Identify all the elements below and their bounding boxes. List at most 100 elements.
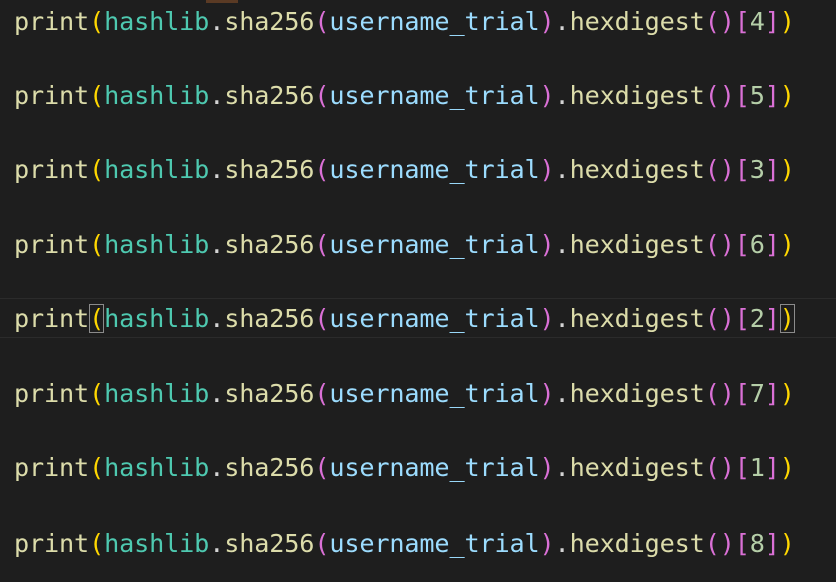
code-line[interactable]: print(hashlib.sha256(username_trial).hex… xyxy=(14,150,795,190)
dot: . xyxy=(554,453,570,482)
close-bracket: ] xyxy=(764,379,780,408)
call-parens: () xyxy=(704,7,735,36)
index-token: 3 xyxy=(749,155,765,184)
close-paren: ) xyxy=(539,304,555,333)
module-token: hashlib xyxy=(104,453,210,482)
close-paren: ) xyxy=(779,155,795,184)
code-editor[interactable]: print(hashlib.sha256(username_trial).hex… xyxy=(0,0,836,582)
code-line-current[interactable]: print(hashlib.sha256(username_trial).hex… xyxy=(0,298,836,338)
open-bracket: [ xyxy=(734,155,750,184)
call-parens: () xyxy=(704,453,735,482)
close-bracket: ] xyxy=(764,230,780,259)
module-token: hashlib xyxy=(104,529,210,558)
argument-token: username_trial xyxy=(329,453,540,482)
open-paren: ( xyxy=(89,7,105,36)
open-paren: ( xyxy=(314,230,330,259)
close-paren: ) xyxy=(779,453,795,482)
close-paren-match: ) xyxy=(779,304,795,333)
index-token: 7 xyxy=(749,379,765,408)
close-bracket: ] xyxy=(764,81,780,110)
index-token: 1 xyxy=(749,453,765,482)
open-paren: ( xyxy=(89,81,105,110)
dot: . xyxy=(554,155,570,184)
close-paren: ) xyxy=(539,230,555,259)
open-paren: ( xyxy=(314,453,330,482)
dot: . xyxy=(209,379,225,408)
method-token: sha256 xyxy=(224,453,315,482)
method-token: sha256 xyxy=(224,529,315,558)
open-bracket: [ xyxy=(734,453,750,482)
call-parens: () xyxy=(704,230,735,259)
argument-token: username_trial xyxy=(329,529,540,558)
close-paren: ) xyxy=(539,379,555,408)
close-bracket: ] xyxy=(764,453,780,482)
open-bracket: [ xyxy=(734,7,750,36)
close-paren: ) xyxy=(779,230,795,259)
code-line[interactable]: print(hashlib.sha256(username_trial).hex… xyxy=(14,524,795,564)
open-paren: ( xyxy=(314,7,330,36)
open-paren: ( xyxy=(314,155,330,184)
code-line[interactable]: print(hashlib.sha256(username_trial).hex… xyxy=(14,2,795,42)
dot: . xyxy=(209,230,225,259)
open-bracket: [ xyxy=(734,304,750,333)
call-parens: () xyxy=(704,81,735,110)
open-paren: ( xyxy=(89,230,105,259)
print-token: print xyxy=(14,155,90,184)
close-paren: ) xyxy=(539,529,555,558)
call-token: hexdigest xyxy=(569,529,705,558)
index-token: 4 xyxy=(749,7,765,36)
close-paren: ) xyxy=(539,453,555,482)
call-parens: () xyxy=(704,529,735,558)
method-token: sha256 xyxy=(224,379,315,408)
code-line[interactable]: print(hashlib.sha256(username_trial).hex… xyxy=(14,374,795,414)
index-token: 2 xyxy=(749,304,765,333)
call-token: hexdigest xyxy=(569,304,705,333)
call-token: hexdigest xyxy=(569,453,705,482)
dot: . xyxy=(554,304,570,333)
open-paren: ( xyxy=(89,155,105,184)
dot: . xyxy=(209,155,225,184)
close-paren: ) xyxy=(539,155,555,184)
open-paren: ( xyxy=(314,379,330,408)
call-parens: () xyxy=(704,304,735,333)
open-paren-match: ( xyxy=(89,304,105,333)
print-token: print xyxy=(14,81,90,110)
open-paren: ( xyxy=(314,304,330,333)
argument-token: username_trial xyxy=(329,7,540,36)
open-paren: ( xyxy=(89,453,105,482)
open-paren: ( xyxy=(89,379,105,408)
dot: . xyxy=(209,529,225,558)
method-token: sha256 xyxy=(224,7,315,36)
print-token: print xyxy=(14,230,90,259)
print-token: print xyxy=(14,453,90,482)
dot: . xyxy=(554,379,570,408)
argument-token: username_trial xyxy=(329,155,540,184)
dot: . xyxy=(209,81,225,110)
argument-token: username_trial xyxy=(329,379,540,408)
close-paren: ) xyxy=(779,7,795,36)
close-paren: ) xyxy=(539,81,555,110)
argument-token: username_trial xyxy=(329,230,540,259)
close-paren: ) xyxy=(779,379,795,408)
argument-token: username_trial xyxy=(329,304,540,333)
close-paren: ) xyxy=(539,7,555,36)
open-paren: ( xyxy=(314,81,330,110)
open-paren: ( xyxy=(314,529,330,558)
call-token: hexdigest xyxy=(569,230,705,259)
code-line[interactable]: print(hashlib.sha256(username_trial).hex… xyxy=(14,448,795,488)
module-token: hashlib xyxy=(104,155,210,184)
call-token: hexdigest xyxy=(569,81,705,110)
code-line[interactable]: print(hashlib.sha256(username_trial).hex… xyxy=(14,76,795,116)
open-bracket: [ xyxy=(734,379,750,408)
method-token: sha256 xyxy=(224,81,315,110)
module-token: hashlib xyxy=(104,304,210,333)
dot: . xyxy=(209,453,225,482)
module-token: hashlib xyxy=(104,81,210,110)
method-token: sha256 xyxy=(224,230,315,259)
dot: . xyxy=(209,304,225,333)
code-line[interactable]: print(hashlib.sha256(username_trial).hex… xyxy=(14,225,795,265)
close-bracket: ] xyxy=(764,529,780,558)
dot: . xyxy=(554,529,570,558)
print-token: print xyxy=(14,7,90,36)
print-token: print xyxy=(14,529,90,558)
